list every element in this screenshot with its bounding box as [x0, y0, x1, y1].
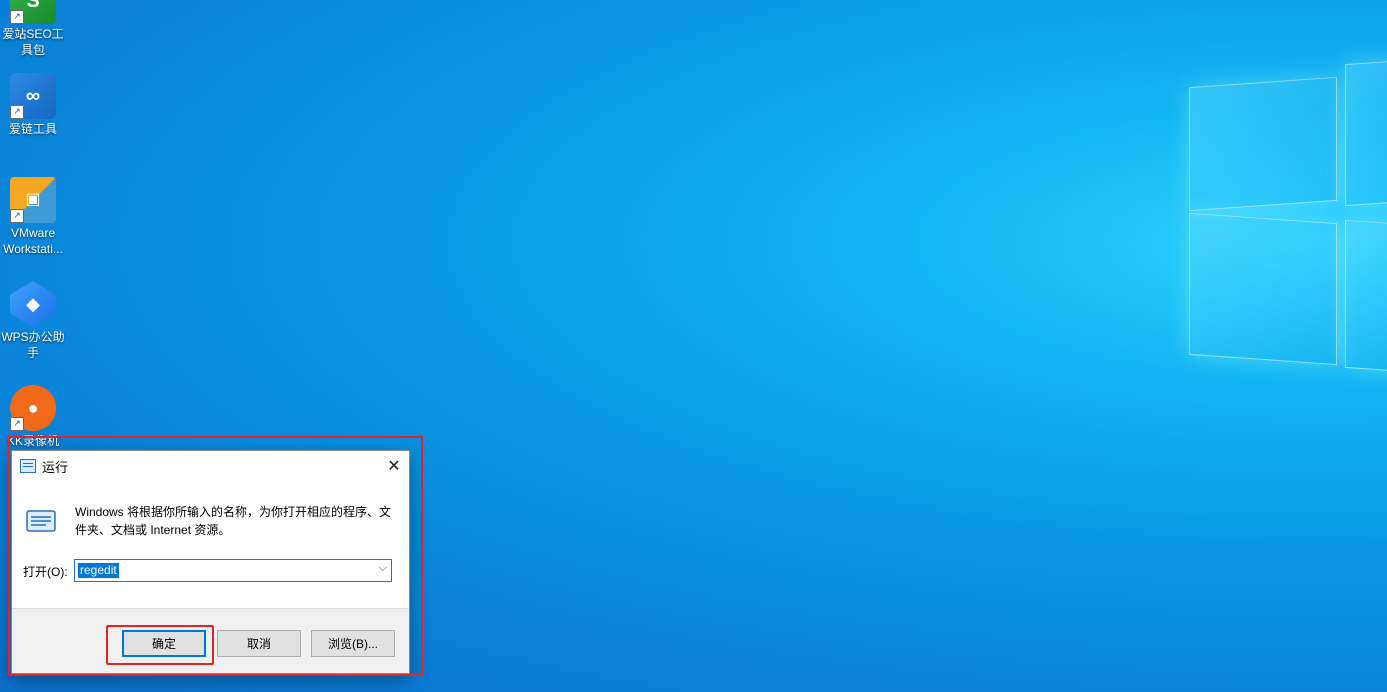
desktop-shortcut-label: 爱站SEO工具包 [2, 27, 64, 57]
vmware-icon: ▣ ↗ [10, 177, 56, 223]
desktop-shortcut-label: 爱链工具 [8, 122, 57, 136]
link-tool-icon: ∞ ↗ [10, 73, 56, 119]
seo-tool-icon: S ↗ [10, 0, 56, 24]
shortcut-arrow-icon: ↗ [10, 105, 24, 119]
windows-logo-pane [1189, 212, 1337, 366]
windows-logo-wallpaper [1147, 40, 1387, 400]
shortcut-arrow-icon: ↗ [10, 10, 24, 24]
desktop-shortcut-aizhan-seo[interactable]: S ↗ 爱站SEO工具包 [0, 0, 66, 58]
ok-button-highlight-box [106, 625, 214, 665]
desktop-shortcut-wps[interactable]: ◆ WPS办公助手 [0, 281, 66, 361]
desktop-shortcut-vmware[interactable]: ▣ ↗ VMware Workstati... [0, 177, 66, 257]
wps-icon: ◆ [10, 281, 56, 327]
windows-logo-pane [1345, 219, 1387, 373]
shortcut-arrow-icon: ↗ [10, 417, 24, 431]
windows-logo-pane [1189, 76, 1337, 212]
desktop-shortcut-label: WPS办公助手 [1, 330, 65, 360]
desktop-shortcut-label: VMware Workstati... [3, 226, 63, 256]
shortcut-arrow-icon: ↗ [10, 209, 24, 223]
desktop-background: S ↗ 爱站SEO工具包 ∞ ↗ 爱链工具 ▣ ↗ VMware Worksta… [0, 0, 1387, 692]
desktop-shortcut-ailian[interactable]: ∞ ↗ 爱链工具 [0, 73, 66, 137]
dialog-highlight-box [8, 436, 423, 676]
kk-recorder-icon: ● ↗ [10, 385, 56, 431]
windows-logo-pane [1345, 59, 1387, 207]
